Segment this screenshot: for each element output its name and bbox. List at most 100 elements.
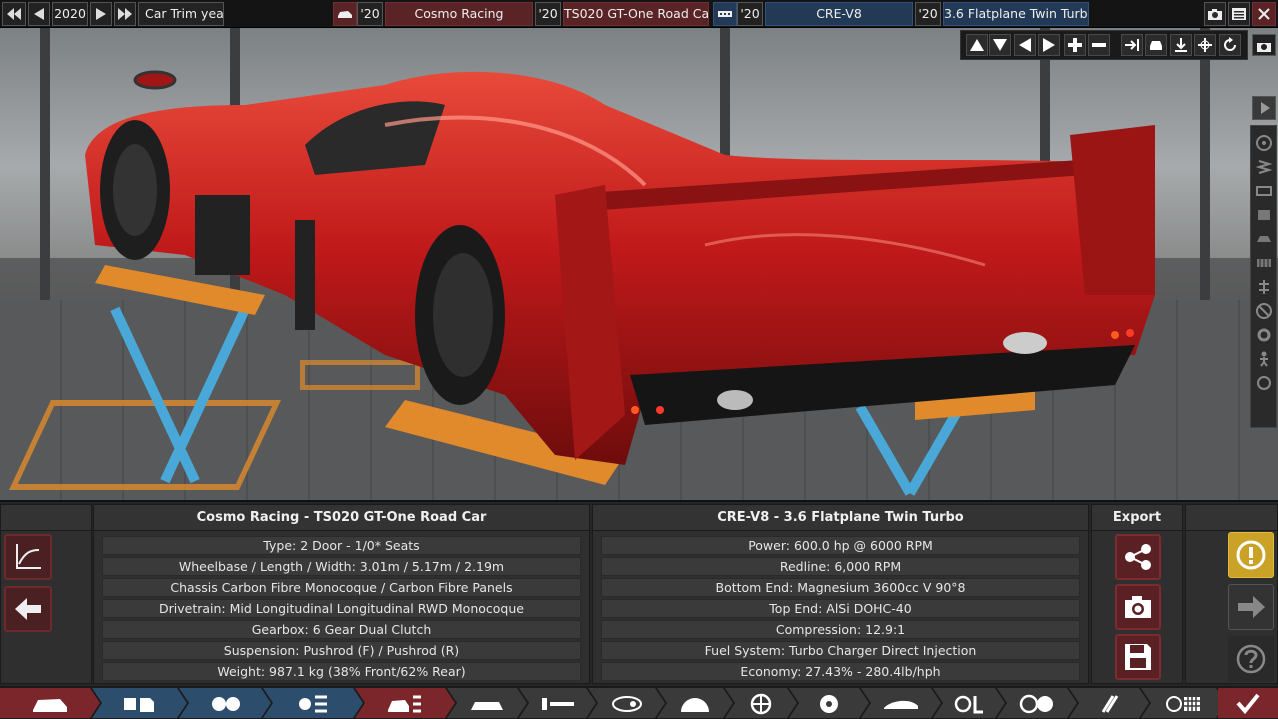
gear-icon[interactable] <box>1255 326 1273 344</box>
car-dimensions-row: Wheelbase / Length / Width: 3.01m / 5.17… <box>102 557 581 576</box>
nav-car-body[interactable] <box>0 688 100 718</box>
lights-icon <box>607 692 647 716</box>
camera-icon <box>1208 9 1222 20</box>
chassis-icon[interactable] <box>1255 182 1273 200</box>
engine-year[interactable]: '20 <box>737 2 763 26</box>
save-button[interactable] <box>1115 634 1161 680</box>
trim-year[interactable]: '20 <box>535 2 561 26</box>
menu-button[interactable] <box>1228 2 1250 26</box>
zoom-in-button[interactable] <box>1064 34 1086 56</box>
right-column-header <box>1186 505 1277 531</box>
warnings-button[interactable] <box>1228 532 1274 578</box>
camera-icon <box>1257 43 1271 52</box>
engine-family-selector[interactable]: CRE-V8 <box>765 2 913 26</box>
nav-engine-tune[interactable] <box>263 688 363 718</box>
nav-interior[interactable] <box>933 688 1005 718</box>
car-info-title: Cosmo Racing - TS020 GT-One Road Car <box>94 505 589 531</box>
engine-tune-icon <box>293 692 333 716</box>
car-front-icon <box>1150 41 1162 50</box>
list-icon <box>1232 8 1246 20</box>
fuel-icon <box>1089 692 1129 716</box>
body-icon[interactable] <box>1255 230 1273 248</box>
year-next-button[interactable] <box>90 2 112 26</box>
year-value[interactable]: 2020 <box>52 2 88 26</box>
engine-top-end-row: Top End: AlSi DOHC-40 <box>601 599 1080 618</box>
garage-beam <box>40 28 50 318</box>
nav-finish[interactable] <box>1141 688 1226 718</box>
model-icon-button[interactable] <box>333 2 357 26</box>
nav-test-track[interactable] <box>997 688 1077 718</box>
zoom-out-button[interactable] <box>1088 34 1110 56</box>
engine-folder-icon <box>120 692 160 716</box>
brakes-icon <box>809 692 849 716</box>
car-viewport[interactable] <box>0 0 1278 500</box>
trim-body-icon <box>385 692 425 716</box>
wheels-icon <box>741 692 781 716</box>
model-trim-selector[interactable]: TS020 GT-One Road Car <box>563 2 709 26</box>
engine-icon-button[interactable] <box>713 2 737 26</box>
suspension-icon[interactable] <box>1255 278 1273 296</box>
finish-design-button[interactable] <box>1218 688 1278 718</box>
nav-engine-parts[interactable] <box>179 688 271 718</box>
camera-down-button[interactable] <box>989 34 1011 56</box>
arrow-to-line-icon <box>1125 39 1139 51</box>
panel-icon[interactable] <box>1255 206 1273 224</box>
nav-drivetrain[interactable] <box>519 688 596 718</box>
nav-lights[interactable] <box>588 688 665 718</box>
screenshot-button[interactable] <box>1204 2 1226 26</box>
share-button[interactable] <box>1115 534 1161 580</box>
warning-icon <box>1236 540 1266 570</box>
no-symbol-icon[interactable] <box>1255 302 1273 320</box>
camera-snap-button[interactable] <box>1121 34 1143 56</box>
back-button[interactable] <box>4 586 52 632</box>
camera-car-button[interactable] <box>1145 34 1167 56</box>
year-first-button[interactable] <box>2 2 26 26</box>
car-chassis-row: Chassis Carbon Fibre Monocoque / Carbon … <box>102 578 581 597</box>
help-button[interactable] <box>1228 636 1274 682</box>
wheel-icon[interactable] <box>1255 134 1273 152</box>
checkmark-icon <box>1236 693 1260 715</box>
grille-icon[interactable] <box>1255 254 1273 272</box>
camera-up-button[interactable] <box>966 34 988 56</box>
arrow-down-line-icon <box>1175 38 1187 52</box>
year-prev-button[interactable] <box>28 2 50 26</box>
nav-wheels[interactable] <box>725 688 797 718</box>
camera-ground-button[interactable] <box>1170 34 1192 56</box>
year-last-button[interactable] <box>114 2 136 26</box>
photo-mode-button[interactable] <box>1252 34 1276 56</box>
car-body-icon <box>30 692 70 716</box>
next-button[interactable] <box>1228 584 1274 630</box>
info-panel: Cosmo Racing - TS020 GT-One Road Car Typ… <box>0 500 1278 686</box>
variant-year[interactable]: '20 <box>915 2 941 26</box>
side-panel-toggle[interactable] <box>1252 96 1276 120</box>
nav-fixtures[interactable] <box>657 688 733 718</box>
nav-brakes[interactable] <box>789 688 869 718</box>
circle-icon[interactable] <box>1255 374 1273 392</box>
photo-button[interactable] <box>1115 584 1161 630</box>
graph-button[interactable] <box>4 534 52 580</box>
spring-icon[interactable] <box>1255 158 1273 176</box>
right-arrow-icon <box>96 8 106 20</box>
nav-chassis[interactable] <box>447 688 527 718</box>
engine-fuel-row: Fuel System: Turbo Charger Direct Inject… <box>601 641 1080 660</box>
close-button[interactable] <box>1252 2 1276 26</box>
camera-reset-button[interactable] <box>1219 34 1241 56</box>
left-arrow-icon <box>34 8 44 20</box>
camera-icon <box>1125 596 1151 618</box>
nav-fuel[interactable] <box>1069 688 1149 718</box>
person-icon[interactable] <box>1255 350 1273 368</box>
double-right-icon <box>118 8 132 20</box>
model-year[interactable]: '20 <box>357 2 383 26</box>
nav-engine-family[interactable] <box>92 688 187 718</box>
nav-aero[interactable] <box>861 688 941 718</box>
triangle-left-icon <box>1019 38 1031 52</box>
engine-compression-row: Compression: 12.9:1 <box>601 620 1080 639</box>
camera-pivot-button[interactable] <box>1194 34 1216 56</box>
nav-trim-body[interactable] <box>355 688 455 718</box>
engine-variant-selector[interactable]: 3.6 Flatplane Twin Turbo <box>943 2 1089 26</box>
camera-right-button[interactable] <box>1038 34 1060 56</box>
close-icon <box>1258 8 1270 20</box>
triangle-up-icon <box>970 39 984 51</box>
camera-left-button[interactable] <box>1014 34 1036 56</box>
model-family-selector[interactable]: Cosmo Racing <box>385 2 533 26</box>
